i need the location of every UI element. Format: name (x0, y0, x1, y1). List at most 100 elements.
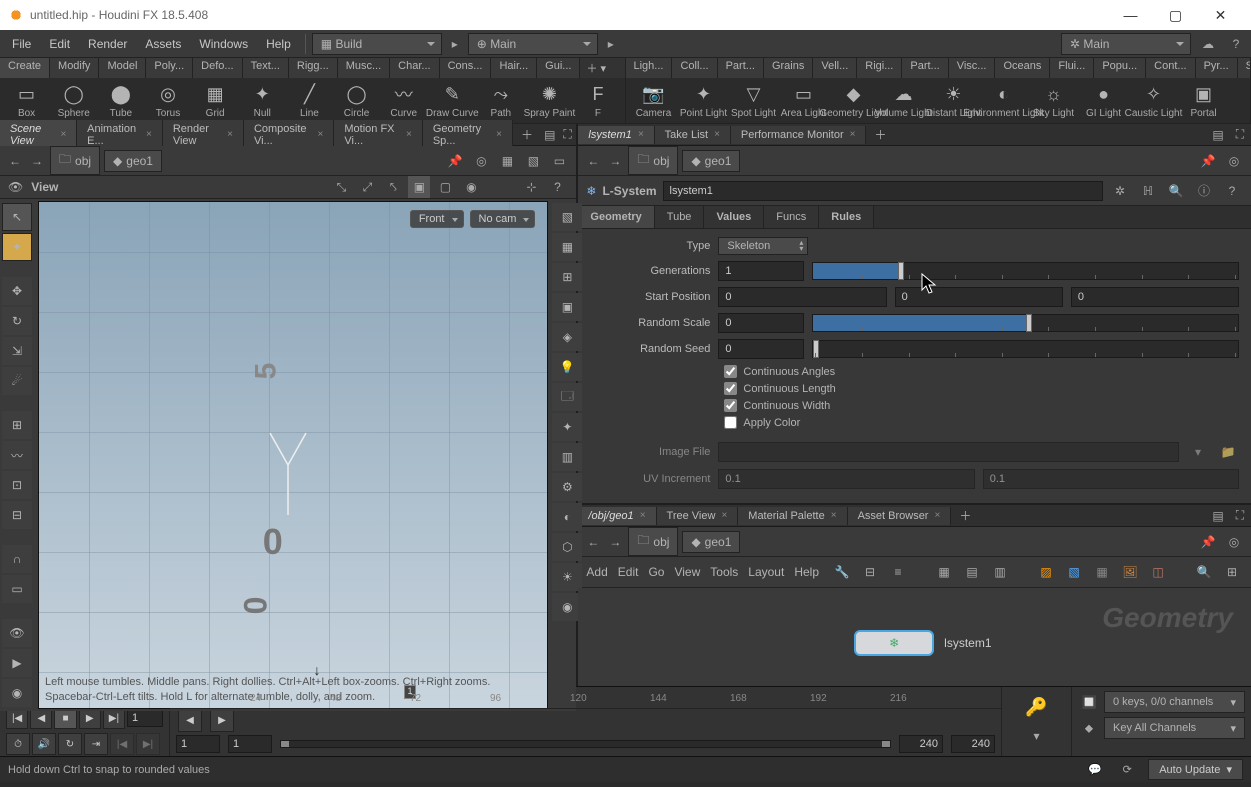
startpos-z-input[interactable] (1071, 287, 1239, 307)
shelf-tab[interactable]: Text... (243, 58, 289, 78)
disp-toggles-icon[interactable]: ▥ (552, 443, 582, 471)
pane-add-button[interactable]: ＋ (951, 507, 979, 524)
disp-lighting-icon[interactable]: ☀ (552, 563, 582, 591)
shelf-tool-spray-paint[interactable]: ✺Spray Paint (527, 82, 571, 119)
pane-expand-icon[interactable]: ⛶ (1229, 505, 1251, 527)
shelf-tab[interactable]: Create (0, 58, 50, 78)
settings-icon[interactable]: ⊞ (1221, 561, 1243, 583)
menu-windows[interactable]: Windows (191, 33, 256, 55)
shelf-add-button[interactable]: ＋ ▾ (580, 58, 612, 78)
realtime-icon[interactable]: ⏱ (6, 733, 30, 755)
shelf-tab[interactable]: Spa... (1238, 58, 1250, 78)
path-geo1[interactable]: ◆geo1 (682, 531, 740, 553)
shelf-tool-tube[interactable]: ⬤Tube (100, 82, 141, 119)
node-name-input[interactable] (663, 181, 1104, 201)
shelf-tool-portal[interactable]: ▣Portal (1182, 82, 1226, 119)
param-tab-rules[interactable]: Rules (819, 206, 874, 228)
snap-curve-icon[interactable]: 〰 (2, 441, 32, 469)
pane-tab[interactable]: Motion FX Vi...× (334, 120, 422, 150)
gear-icon[interactable]: ✲ (1109, 180, 1131, 202)
shelf-tab[interactable]: Cont... (1146, 58, 1195, 78)
nav-fwd-icon[interactable]: → (28, 152, 46, 170)
context-nav-icon[interactable]: ▸ (600, 33, 622, 55)
nav-fwd-icon[interactable]: → (606, 533, 624, 551)
shelf-tool-draw-curve[interactable]: ✎Draw Curve (430, 82, 474, 119)
param-tab-values[interactable]: Values (704, 206, 764, 228)
shelf-tab[interactable]: Part... (902, 58, 948, 78)
snap-point-icon[interactable]: ⊡ (2, 471, 32, 499)
net-menu-help[interactable]: Help (794, 565, 819, 579)
viewport-camview-dropdown[interactable]: No cam (470, 210, 536, 228)
desktop-nav-icon[interactable]: ▸ (444, 33, 466, 55)
select-mode4-icon[interactable]: ▣ (408, 176, 430, 198)
align-icon[interactable]: ⊟ (859, 561, 881, 583)
shelf-tool-torus[interactable]: ◎Torus (147, 82, 188, 119)
loop-icon[interactable]: ↻ (58, 733, 82, 755)
disp-wire-icon[interactable]: ⬡ (552, 533, 582, 561)
randscale-slider[interactable] (812, 314, 1239, 332)
pane-tab[interactable]: Geometry Sp...× (423, 120, 513, 150)
select-mode3-icon[interactable]: ⤣ (382, 176, 404, 198)
shelf-tool-environment-light[interactable]: ◐Environment Light (982, 82, 1026, 119)
maximize-button[interactable]: ▢ (1153, 1, 1198, 29)
shelf-tab[interactable]: Coll... (672, 58, 717, 78)
path-obj[interactable]: 🗀obj (50, 146, 100, 175)
shelf-tab[interactable]: Cons... (440, 58, 492, 78)
inspect-icon[interactable]: 👁 (2, 619, 32, 647)
shelf-tool-volume-light[interactable]: ☁Volume Light (882, 82, 926, 119)
list-view-icon[interactable]: ▤ (961, 561, 983, 583)
link-icon[interactable]: ◎ (1223, 531, 1245, 553)
viewport-camera-dropdown[interactable]: Front (410, 210, 464, 228)
nav-back-icon[interactable]: ← (584, 152, 602, 170)
shelf-tab[interactable]: Modify (50, 58, 99, 78)
shelf-tab[interactable]: Poly... (146, 58, 193, 78)
link-icon[interactable]: ◎ (470, 150, 492, 172)
link-icon[interactable]: ◎ (1223, 150, 1245, 172)
refresh-icon[interactable]: ⟳ (1116, 759, 1138, 781)
pane-expand-icon[interactable]: ⛶ (1229, 124, 1251, 146)
pane-tab[interactable]: Composite Vi...× (244, 120, 334, 150)
shelf-tool-gi-light[interactable]: ●GI Light (1082, 82, 1126, 119)
snap-grid-icon[interactable]: ⊞ (2, 411, 32, 439)
shelf-tab[interactable]: Rigi... (857, 58, 902, 78)
cplane-icon[interactable]: ▭ (2, 575, 32, 603)
pane-tab-lsystem1[interactable]: lsystem1× (578, 126, 654, 144)
search-icon[interactable]: 🔍 (1165, 180, 1187, 202)
net-menu-view[interactable]: View (674, 565, 700, 579)
pane-tab-sceneview[interactable]: Scene View× (0, 120, 77, 150)
range-slider[interactable] (280, 740, 891, 748)
snapshot-icon[interactable]: ▭ (548, 150, 570, 172)
param-tab-geometry[interactable]: Geometry (578, 206, 654, 228)
search-icon[interactable]: 🔍 (1193, 561, 1215, 583)
shelf-tab[interactable]: Defo... (193, 58, 242, 78)
menu-help[interactable]: Help (258, 33, 299, 55)
shelf-tab[interactable]: Visc... (949, 58, 996, 78)
jump-icon[interactable]: ℍ (1137, 180, 1159, 202)
range-lock-icon[interactable]: ◀ (178, 710, 202, 732)
shelf-tool-spot-light[interactable]: ▽Spot Light (732, 82, 776, 119)
image-icon[interactable]: ▦ (1091, 561, 1113, 583)
pane-tab[interactable]: Render View× (163, 120, 244, 150)
pane-add-button[interactable]: ＋ (513, 126, 541, 143)
pane-menu-icon[interactable]: ▤ (1207, 124, 1229, 146)
move-tool-icon[interactable]: ✥ (2, 277, 32, 305)
pin-icon[interactable]: 📌 (1197, 531, 1219, 553)
select-mode2-icon[interactable]: ⤢ (356, 176, 378, 198)
shelf-tool-grid[interactable]: ▦Grid (195, 82, 236, 119)
net-menu-edit[interactable]: Edit (618, 565, 639, 579)
auto-update-button[interactable]: Auto Update ▾ (1148, 759, 1243, 780)
shelf-tool-box[interactable]: ▭Box (6, 82, 47, 119)
pane-tab-network[interactable]: /obj/geo1× (578, 507, 656, 525)
disp-selgeom-icon[interactable]: ◈ (552, 323, 582, 351)
wrench-icon[interactable]: 🔧 (831, 561, 853, 583)
randscale-input[interactable] (718, 313, 804, 333)
help-icon[interactable]: ? (546, 176, 568, 198)
range-start-input[interactable] (176, 735, 220, 753)
minimize-button[interactable]: — (1108, 1, 1153, 29)
disp-objects-icon[interactable]: ▦ (552, 233, 582, 261)
select-obj-icon[interactable]: ✦ (2, 233, 32, 261)
current-frame-input[interactable] (127, 709, 163, 727)
radial-menu-selector[interactable]: ✲ Main (1061, 33, 1191, 55)
disp-bg-icon[interactable]: 🗔 (552, 383, 582, 411)
scale-tool-icon[interactable]: ⇲ (2, 337, 32, 365)
